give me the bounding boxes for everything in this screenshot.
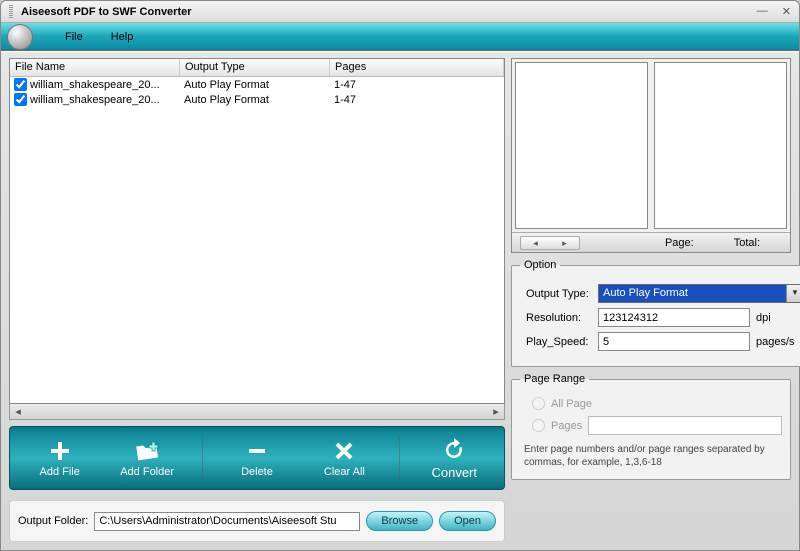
- page-label: Page:: [665, 237, 694, 249]
- row-pages: 1-47: [334, 94, 500, 106]
- output-folder-row: Output Folder: Browse Open: [9, 500, 505, 542]
- row-checkbox[interactable]: [14, 93, 27, 106]
- titlebar[interactable]: Aiseesoft PDF to SWF Converter — ✕: [1, 1, 799, 23]
- page-range-legend: Page Range: [520, 373, 589, 385]
- app-orb-icon[interactable]: [7, 24, 33, 50]
- col-pages[interactable]: Pages: [330, 59, 504, 76]
- play-speed-unit: pages/s: [756, 336, 800, 348]
- folder-plus-icon: [134, 438, 160, 464]
- grip-icon: [9, 5, 13, 19]
- menu-file[interactable]: File: [61, 29, 87, 45]
- add-file-button[interactable]: Add File: [27, 438, 93, 478]
- preview-nav[interactable]: ◂▸: [520, 236, 580, 250]
- preview-page-right[interactable]: [654, 62, 787, 229]
- next-page-icon[interactable]: ▸: [550, 237, 579, 249]
- menubar: File Help: [1, 23, 799, 51]
- col-filename[interactable]: File Name: [10, 59, 180, 76]
- col-output-type[interactable]: Output Type: [180, 59, 330, 76]
- row-filename: william_shakespeare_20...: [30, 79, 160, 91]
- row-type: Auto Play Format: [184, 79, 334, 91]
- option-legend: Option: [520, 259, 560, 271]
- minimize-button[interactable]: —: [757, 5, 768, 18]
- scroll-left-icon[interactable]: ◂: [10, 405, 26, 418]
- all-page-radio[interactable]: All Page: [532, 397, 782, 410]
- browse-button[interactable]: Browse: [366, 511, 433, 531]
- row-checkbox[interactable]: [14, 78, 27, 91]
- page-range-group: Page Range All Page Pages Enter page num…: [511, 373, 791, 480]
- convert-button[interactable]: Convert: [421, 437, 487, 480]
- table-row[interactable]: william_shakespeare_20... Auto Play Form…: [10, 92, 504, 107]
- resolution-label: Resolution:: [520, 312, 592, 324]
- add-folder-button[interactable]: Add Folder: [114, 438, 180, 478]
- toolbar-divider: [399, 436, 400, 480]
- plus-icon: [47, 438, 73, 464]
- file-list[interactable]: File Name Output Type Pages william_shak…: [9, 58, 505, 404]
- window-title: Aiseesoft PDF to SWF Converter: [21, 6, 757, 18]
- output-type-select[interactable]: Auto Play Format ▼: [598, 284, 800, 303]
- delete-button[interactable]: Delete: [224, 438, 290, 478]
- prev-page-icon[interactable]: ◂: [521, 237, 550, 249]
- output-folder-input[interactable]: [94, 512, 360, 531]
- toolbar-divider: [202, 436, 203, 480]
- row-pages: 1-47: [334, 79, 500, 91]
- preview-pane: ◂▸ Page: Total:: [511, 58, 791, 253]
- page-range-hint: Enter page numbers and/or page ranges se…: [520, 443, 782, 469]
- main-toolbar: Add File Add Folder Delete Clear All: [9, 426, 505, 490]
- menu-help[interactable]: Help: [107, 29, 138, 45]
- open-button[interactable]: Open: [439, 511, 496, 531]
- minus-icon: [244, 438, 270, 464]
- row-type: Auto Play Format: [184, 94, 334, 106]
- horizontal-scrollbar[interactable]: ◂ ▸: [9, 404, 505, 420]
- resolution-unit: dpi: [756, 312, 800, 324]
- chevron-down-icon[interactable]: ▼: [786, 285, 800, 302]
- refresh-icon: [441, 437, 467, 463]
- close-button[interactable]: ✕: [782, 5, 791, 18]
- output-type-value: Auto Play Format: [599, 285, 786, 302]
- output-type-label: Output Type:: [520, 288, 592, 300]
- x-icon: [331, 438, 357, 464]
- file-list-header: File Name Output Type Pages: [10, 59, 504, 77]
- page-range-input[interactable]: [588, 416, 782, 435]
- option-group: Option Output Type: Auto Play Format ▼ R…: [511, 259, 800, 367]
- scroll-right-icon[interactable]: ▸: [488, 405, 504, 418]
- clear-all-button[interactable]: Clear All: [311, 438, 377, 478]
- play-speed-label: Play_Speed:: [520, 336, 592, 348]
- pages-radio[interactable]: Pages: [532, 416, 782, 435]
- total-label: Total:: [734, 237, 760, 249]
- play-speed-input[interactable]: [598, 332, 750, 351]
- row-filename: william_shakespeare_20...: [30, 94, 160, 106]
- resolution-input[interactable]: [598, 308, 750, 327]
- output-folder-label: Output Folder:: [18, 515, 88, 527]
- table-row[interactable]: william_shakespeare_20... Auto Play Form…: [10, 77, 504, 92]
- app-window: Aiseesoft PDF to SWF Converter — ✕ File …: [0, 0, 800, 551]
- preview-page-left[interactable]: [515, 62, 648, 229]
